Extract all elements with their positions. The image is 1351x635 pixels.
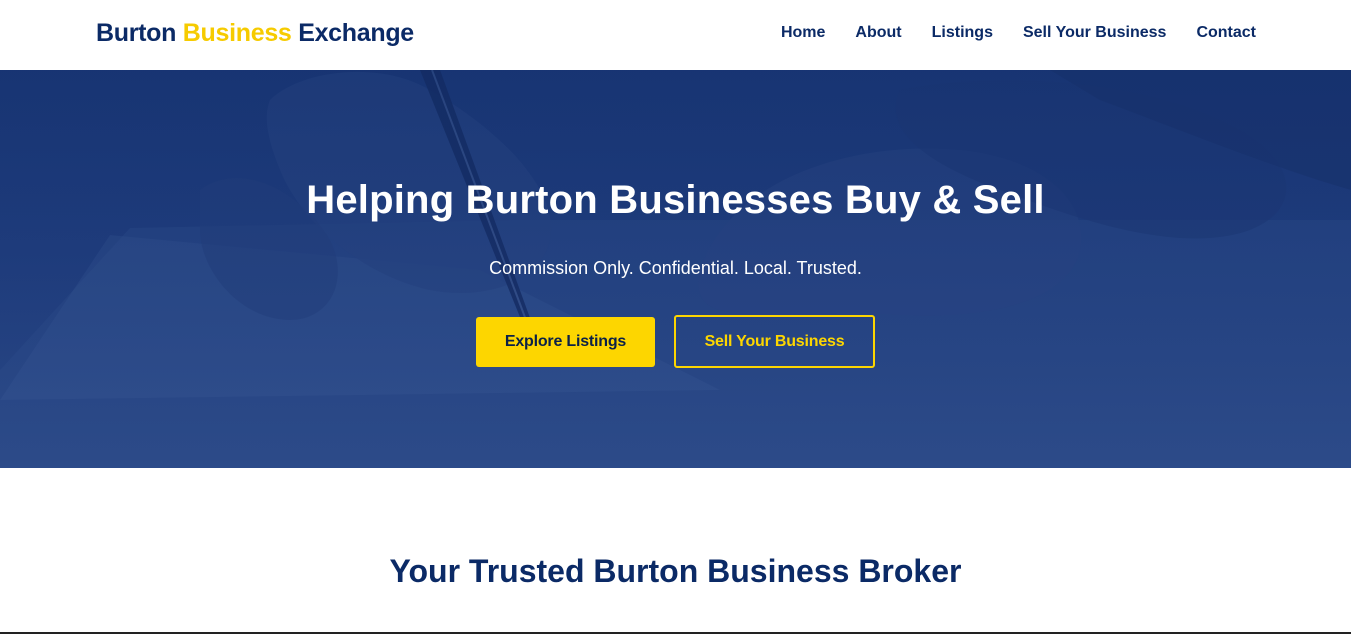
hero-subtitle: Commission Only. Confidential. Local. Tr… (489, 258, 862, 278)
section-divider (0, 632, 1351, 634)
site-header: Burton Business Exchange Home About List… (0, 0, 1351, 70)
main-nav: Home About Listings Sell Your Business C… (781, 24, 1256, 42)
section-title: Your Trusted Burton Business Broker (389, 553, 962, 589)
nav-link-contact[interactable]: Contact (1196, 24, 1256, 42)
nav-link-sell-your-business[interactable]: Sell Your Business (1023, 24, 1166, 42)
hero-banner: Helping Burton Businesses Buy & Sell Com… (0, 70, 1351, 468)
nav-link-listings[interactable]: Listings (932, 24, 993, 42)
hero-content: Helping Burton Businesses Buy & Sell Com… (0, 70, 1351, 468)
logo-text-exchange: Exchange (291, 19, 414, 47)
hero-title: Helping Burton Businesses Buy & Sell (306, 178, 1045, 222)
explore-listings-button[interactable]: Explore Listings (476, 317, 655, 367)
site-logo[interactable]: Burton Business Exchange (96, 19, 414, 48)
nav-link-about[interactable]: About (855, 24, 901, 42)
logo-text-burton: Burton (96, 19, 183, 47)
sell-your-business-button[interactable]: Sell Your Business (674, 315, 875, 368)
nav-link-home[interactable]: Home (781, 24, 825, 42)
logo-text-business: Business (182, 19, 292, 47)
